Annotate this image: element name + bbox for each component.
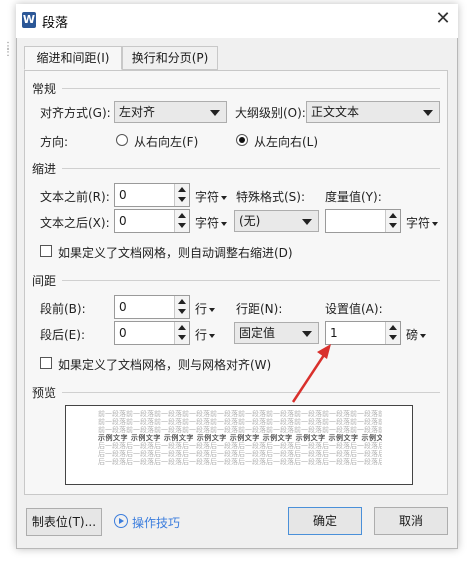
ok-button[interactable]: 确定 [288, 507, 362, 535]
tips-link[interactable]: 操作技巧 [132, 514, 180, 531]
arrow-shaft [291, 351, 328, 403]
cancel-button[interactable]: 取消 [374, 507, 448, 535]
arrow-head-icon [317, 344, 331, 359]
tab-stops-button[interactable]: 制表位(T)... [26, 508, 102, 536]
annotation-arrow [291, 344, 331, 403]
play-circle-icon[interactable] [114, 514, 128, 528]
